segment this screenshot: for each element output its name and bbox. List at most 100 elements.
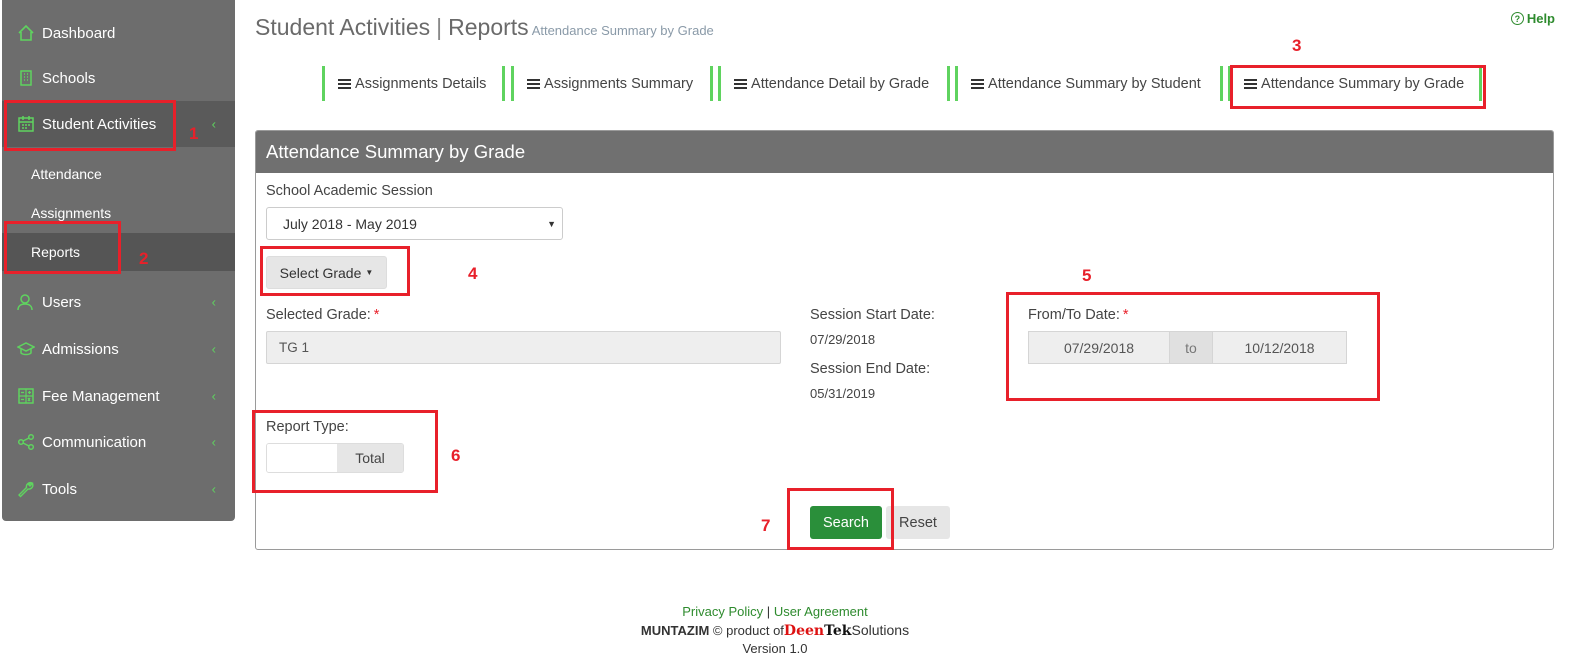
from-date-input[interactable]: 07/29/2018 — [1028, 331, 1170, 364]
company-logo-deen: Deen — [783, 623, 825, 639]
session-end-label: Session End Date: — [810, 361, 931, 377]
tab-attendance-summary-by-student[interactable]: Attendance Summary by Student — [955, 66, 1223, 101]
from-to-label: From/To Date: * — [1028, 307, 1129, 323]
question-circle-icon: ? — [1510, 12, 1524, 25]
list-icon — [734, 78, 747, 89]
list-icon — [971, 78, 984, 89]
company-logo-solutions: Solutions — [851, 622, 910, 638]
annotation-label-2: 2 — [139, 249, 149, 268]
tab-label: Assignments Summary — [544, 75, 694, 92]
sidebar-item-label: Dashboard — [42, 24, 116, 42]
tab-label: Attendance Detail by Grade — [751, 75, 930, 92]
tab-attendance-detail-by-grade[interactable]: Attendance Detail by Grade — [718, 66, 950, 101]
footer-sep: | — [766, 604, 771, 619]
session-end-value: 05/31/2019 — [810, 386, 876, 401]
tab-assignments-details[interactable]: Assignments Details — [322, 66, 505, 101]
tab-attendance-summary-by-grade[interactable]: Attendance Summary by Grade — [1228, 66, 1482, 101]
list-icon — [527, 78, 540, 89]
footer-links: Privacy Policy | User Agreement — [600, 603, 950, 621]
sidebar-item-label: Admissions — [42, 340, 119, 358]
date-range-to: to — [1170, 331, 1212, 364]
panel-title: Attendance Summary by Grade — [256, 131, 1553, 173]
privacy-policy-link[interactable]: Privacy Policy — [682, 604, 763, 619]
sidebar-item-label: Tools — [42, 480, 78, 498]
toggle-off-side — [267, 444, 337, 472]
sidebar-subitem-label: Attendance — [31, 166, 102, 182]
list-icon — [1244, 78, 1257, 89]
to-date-input[interactable]: 10/12/2018 — [1212, 331, 1347, 364]
sidebar-item-fee-management[interactable]: Fee Management ‹ — [2, 373, 235, 419]
sidebar-subitem-assignments[interactable]: Assignments — [2, 194, 235, 232]
building-icon — [17, 69, 35, 87]
annotation-label-6: 6 — [451, 446, 461, 465]
annotation-label-7: 7 — [761, 516, 771, 535]
footer: Privacy Policy | User Agreement MUNTAZIM… — [600, 603, 950, 658]
calendar-icon — [17, 115, 35, 133]
sidebar-item-communication[interactable]: Communication ‹ — [2, 419, 235, 465]
select-grade-button[interactable]: Select Grade ▼ — [266, 256, 387, 289]
from-to-label-text: From/To Date: — [1028, 307, 1120, 323]
chevron-left-icon: ‹ — [211, 294, 216, 310]
sidebar-item-label: Fee Management — [42, 387, 160, 405]
home-icon — [17, 24, 35, 42]
tab-label: Assignments Details — [355, 75, 487, 92]
required-mark: * — [373, 307, 380, 323]
selected-grade-field: TG 1 — [266, 331, 781, 364]
reset-button[interactable]: Reset — [886, 506, 950, 539]
sidebar-item-dashboard[interactable]: Dashboard — [2, 10, 235, 56]
version: Version 1.0 — [742, 641, 808, 656]
session-label: School Academic Session — [266, 183, 433, 199]
chevron-left-icon: ‹ — [211, 341, 216, 357]
sidebar-subitem-reports[interactable]: Reports — [2, 233, 235, 271]
selected-grade-label-text: Selected Grade: — [266, 307, 371, 323]
wrench-icon — [17, 480, 35, 498]
required-mark: * — [1122, 307, 1129, 323]
sidebar-item-schools[interactable]: Schools — [2, 55, 235, 101]
sidebar-item-label: Student Activities — [42, 115, 157, 133]
sidebar: Dashboard Schools Student Activities ‹ A… — [2, 0, 235, 521]
selected-grade-label: Selected Grade: * — [266, 307, 379, 323]
sidebar-subitem-label: Reports — [31, 244, 81, 260]
help-link[interactable]: ? Help — [1510, 11, 1555, 26]
session-start-label: Session Start Date: — [810, 307, 935, 323]
session-select[interactable]: July 2018 - May 2019 ▼ — [266, 207, 563, 240]
report-type-toggle[interactable]: Total — [266, 443, 404, 473]
sidebar-subitem-label: Assignments — [31, 205, 112, 221]
footer-brand: MUNTAZIM © product ofDeenTekSolutions — [600, 621, 950, 640]
selected-grade-value: TG 1 — [279, 340, 310, 355]
sidebar-item-label: Schools — [42, 69, 96, 87]
list-icon — [338, 78, 351, 89]
company-logo-tek: Tek — [824, 623, 852, 639]
dropdown-caret-icon: ▼ — [547, 218, 556, 229]
graduation-cap-icon — [17, 340, 35, 358]
tab-assignments-summary[interactable]: Assignments Summary — [511, 66, 713, 101]
sidebar-item-admissions[interactable]: Admissions ‹ — [2, 326, 235, 372]
report-type-label: Report Type: — [266, 419, 349, 435]
chevron-left-icon: ‹ — [211, 388, 216, 404]
session-value: July 2018 - May 2019 — [283, 215, 417, 232]
page-title-main: Student Activities — [255, 14, 431, 40]
annotation-label-1: 1 — [189, 124, 199, 143]
chevron-left-icon: ‹ — [211, 116, 216, 132]
sidebar-subitem-attendance[interactable]: Attendance — [2, 155, 235, 193]
chevron-left-icon: ‹ — [211, 481, 216, 497]
user-icon — [17, 293, 35, 311]
sidebar-item-label: Communication — [42, 433, 147, 451]
copyright-text: © product of — [712, 623, 784, 638]
annotation-label-3: 3 — [1292, 36, 1302, 55]
page-subtitle: Attendance Summary by Grade — [531, 23, 714, 38]
select-grade-label: Select Grade — [279, 264, 362, 281]
calculator-icon — [17, 387, 35, 405]
annotation-label-5: 5 — [1082, 266, 1092, 285]
sidebar-item-tools[interactable]: Tools ‹ — [2, 466, 235, 512]
annotation-label-4: 4 — [468, 264, 478, 283]
tab-label: Attendance Summary by Grade — [1261, 75, 1465, 92]
report-type-value: Total — [337, 444, 403, 472]
sidebar-item-student-activities[interactable]: Student Activities ‹ — [2, 101, 235, 147]
chevron-left-icon: ‹ — [211, 434, 216, 450]
user-agreement-link[interactable]: User Agreement — [774, 604, 868, 619]
page-title: Student Activities | Reports Attendance Sum… — [255, 14, 714, 41]
sidebar-item-users[interactable]: Users ‹ — [2, 279, 235, 325]
help-label: Help — [1526, 11, 1555, 26]
search-button[interactable]: Search — [810, 506, 882, 539]
